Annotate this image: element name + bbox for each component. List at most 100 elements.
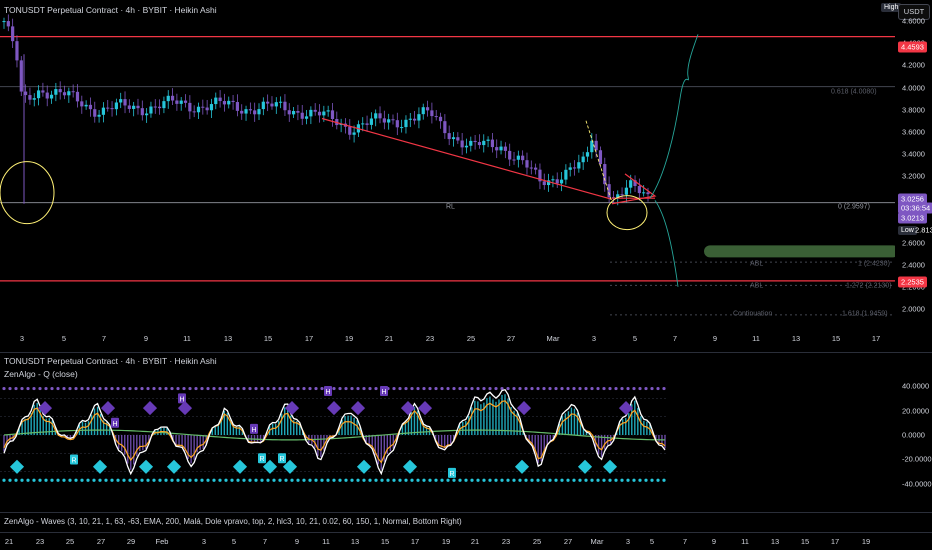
signal-dot-top	[68, 386, 72, 391]
candle-body	[205, 107, 209, 111]
signal-dot-top	[332, 386, 336, 391]
candle-body	[145, 113, 149, 116]
signal-dot-top	[50, 386, 54, 391]
candle-body	[326, 110, 330, 112]
signal-dot-top	[566, 386, 570, 391]
signal-dot-top	[182, 386, 186, 391]
triangle-pattern	[611, 173, 657, 205]
candle-body	[529, 167, 533, 169]
trendline	[321, 117, 613, 200]
signal-dot-bottom	[626, 478, 630, 482]
signal-dot-bottom	[236, 478, 240, 482]
candle-body	[309, 109, 313, 117]
signal-dot-bottom	[326, 478, 330, 482]
signal-dot-bottom	[644, 478, 648, 482]
indicator-chart[interactable]: H H H H H R R R R	[0, 360, 895, 510]
candle-body	[119, 99, 123, 103]
candle-body	[28, 95, 32, 100]
candle-body	[110, 108, 114, 110]
sell-diamond	[516, 401, 532, 416]
candle-body	[153, 106, 157, 108]
candle-body	[499, 146, 503, 151]
signal-dot-top	[434, 386, 438, 391]
signal-dot-top	[200, 386, 204, 391]
signal-dot-bottom	[524, 478, 528, 482]
signal-dot-top	[542, 386, 546, 391]
signal-dot-top	[662, 386, 666, 391]
candle-body	[495, 147, 499, 151]
indicator-footer-divider	[0, 512, 932, 513]
candle-body	[235, 102, 239, 111]
signal-dot-bottom	[272, 478, 276, 482]
signal-dot-top	[92, 386, 96, 391]
candle-body	[585, 152, 590, 157]
signal-dot-bottom	[380, 478, 384, 482]
reversal-marker-label: R	[259, 456, 264, 463]
indicator-x-tick: 29	[126, 537, 136, 546]
candle-body	[317, 111, 322, 116]
indicator-x-tick: Feb	[155, 537, 169, 546]
bottom-line-tag: 2.2535	[898, 276, 927, 288]
signal-dot-bottom	[416, 478, 420, 482]
candle-body	[227, 100, 231, 105]
candle-body	[261, 101, 265, 110]
signal-dot-top	[650, 386, 654, 391]
x-tick-label: 11	[183, 334, 191, 343]
fib-1618-label: 1.618 (1.9459)	[842, 310, 888, 318]
signal-dot-top	[530, 386, 534, 391]
signal-dot-bottom	[458, 478, 462, 482]
signal-dot-bottom	[206, 478, 210, 482]
indicator-x-tick: 25	[532, 537, 542, 546]
signal-dot-top	[410, 386, 414, 391]
high-marker-label: H	[112, 421, 117, 428]
pane-divider[interactable]	[0, 352, 932, 353]
signal-dot-bottom	[332, 478, 336, 482]
candle-body	[430, 110, 434, 117]
candle-body	[369, 118, 373, 125]
signal-dot-bottom	[392, 478, 396, 482]
signal-dot-top	[656, 386, 660, 391]
signal-dot-bottom	[86, 478, 90, 482]
candle-body	[508, 150, 512, 160]
indicator-x-tick: 15	[380, 537, 390, 546]
candle-body	[477, 142, 482, 146]
candle-body	[516, 155, 520, 160]
signal-dot-top	[350, 386, 354, 391]
candle-body	[490, 139, 495, 148]
candle-body	[594, 140, 598, 151]
candle-body	[525, 160, 529, 168]
signal-dot-top	[146, 386, 150, 391]
candle-body	[637, 186, 641, 194]
candle-body	[646, 192, 650, 195]
high-marker-label: H	[325, 389, 330, 396]
y-tick-label: 3.2000	[902, 171, 925, 181]
candle-body	[279, 101, 283, 103]
price-chart[interactable]	[0, 0, 895, 345]
signal-dot-top	[584, 386, 588, 391]
candle-body	[395, 120, 399, 128]
signal-dot-bottom	[74, 478, 78, 482]
signal-dot-bottom	[146, 478, 150, 482]
candle-body	[348, 126, 352, 135]
signal-dot-bottom	[8, 478, 12, 482]
signal-dot-top	[284, 386, 288, 391]
candle-body	[469, 140, 473, 146]
signal-dot-bottom	[452, 478, 456, 482]
y-tick-label: 4.6000	[902, 16, 925, 26]
reversal-marker-label: R	[449, 471, 454, 478]
candle-body	[568, 167, 572, 170]
signal-dot-bottom	[224, 478, 228, 482]
candle-body	[45, 92, 49, 99]
x-tick-label: 15	[263, 334, 273, 343]
signal-dot-top	[314, 386, 318, 391]
signal-dot-bottom	[428, 478, 432, 482]
top-line-tag: 4.4593	[898, 41, 927, 53]
candle-body	[300, 112, 304, 119]
candle-body	[503, 146, 507, 151]
candle-body	[322, 111, 326, 116]
candle-body	[136, 105, 140, 109]
continuation-label: Continuation	[733, 310, 773, 318]
signal-dot-top	[590, 386, 594, 391]
indicator-x-tick: 23	[35, 537, 45, 546]
candle-body	[84, 104, 88, 107]
